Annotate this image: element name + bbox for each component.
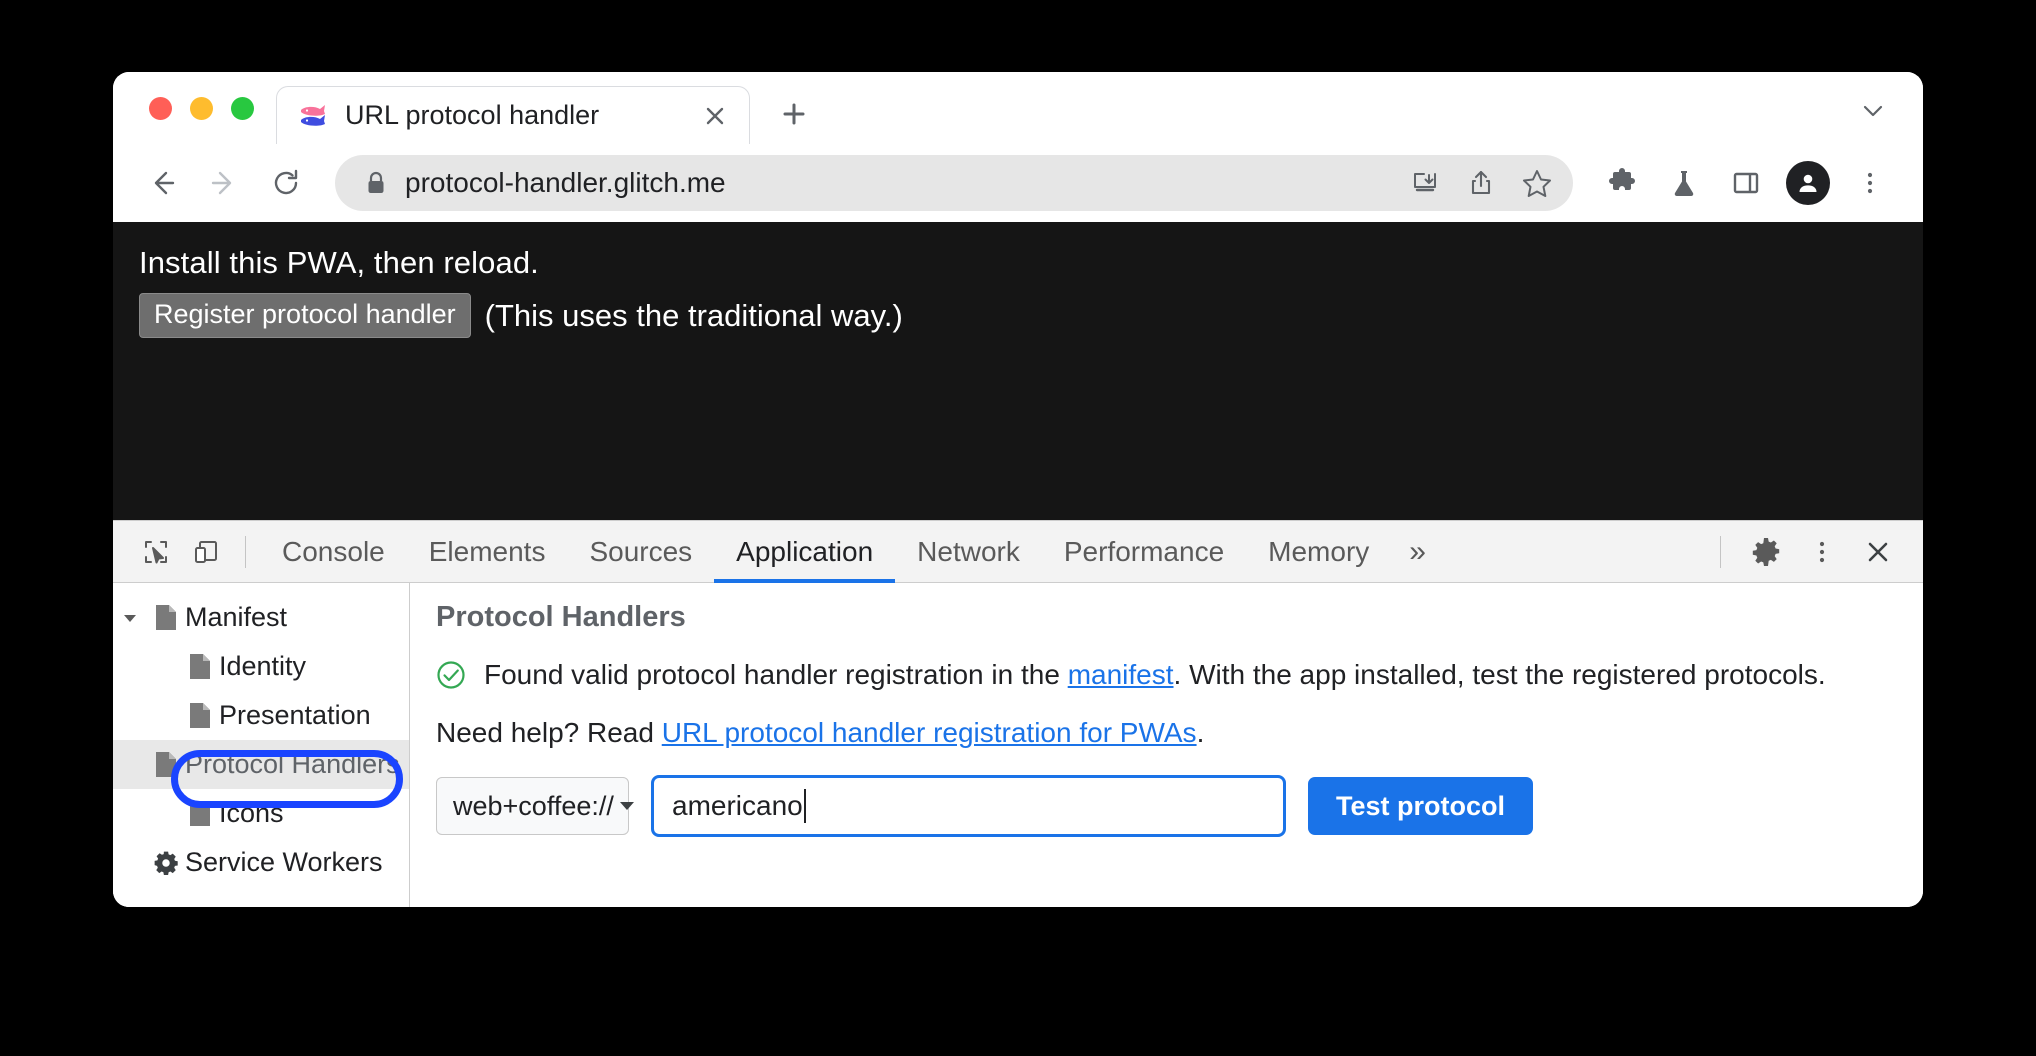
share-icon[interactable] xyxy=(1455,157,1507,209)
status-message-text: Found valid protocol handler registratio… xyxy=(484,656,1826,695)
application-sidebar: Manifest Identity Presentation Protocol … xyxy=(113,583,410,907)
devtools-tab-bar: Console Elements Sources Application Net… xyxy=(113,521,1923,583)
screenshot-root: URL protocol handler protocol-handler.gl… xyxy=(0,0,2036,1056)
close-tab-button[interactable] xyxy=(699,100,731,132)
tab-title: URL protocol handler xyxy=(345,100,600,130)
text-cursor xyxy=(803,789,806,823)
help-message: Need help? Read URL protocol handler reg… xyxy=(436,717,1897,749)
new-tab-button[interactable] xyxy=(766,86,822,142)
extensions-puzzle-icon[interactable] xyxy=(1595,156,1649,210)
browser-window: URL protocol handler protocol-handler.gl… xyxy=(113,72,1923,907)
toolbar-divider xyxy=(245,535,246,568)
tab-memory[interactable]: Memory xyxy=(1246,521,1391,583)
more-options-icon[interactable] xyxy=(1797,527,1847,577)
address-bar-url: protocol-handler.glitch.me xyxy=(405,167,726,198)
protocol-input-value: americano xyxy=(672,790,803,821)
sidebar-item-manifest[interactable]: Manifest xyxy=(113,593,409,642)
sidebar-item-label: Identity xyxy=(219,651,307,681)
file-icon xyxy=(181,800,219,827)
reload-button[interactable] xyxy=(259,156,313,210)
protocol-handlers-panel: Protocol Handlers Found valid protocol h… xyxy=(410,583,1923,907)
help-prefix: Need help? Read xyxy=(436,717,662,748)
tab-performance[interactable]: Performance xyxy=(1042,521,1246,583)
address-bar[interactable]: protocol-handler.glitch.me xyxy=(335,155,1573,211)
close-window-button[interactable] xyxy=(149,96,172,120)
more-tabs-chevron-icon[interactable]: » xyxy=(1391,521,1444,583)
omnibox-actions xyxy=(1399,157,1563,209)
maximize-window-button[interactable] xyxy=(231,96,254,120)
sidebar-item-service-workers[interactable]: Service Workers xyxy=(113,838,409,887)
manifest-file-icon xyxy=(147,604,185,631)
page-title: Protocol Handlers xyxy=(436,601,686,633)
browser-menu-icon[interactable] xyxy=(1843,156,1897,210)
device-toolbar-icon[interactable] xyxy=(181,527,231,577)
side-panel-icon[interactable] xyxy=(1719,156,1773,210)
tab-console[interactable]: Console xyxy=(260,521,407,583)
devtools-body: Manifest Identity Presentation Protocol … xyxy=(113,583,1923,907)
glitch-fish-icon xyxy=(299,103,329,129)
profile-avatar[interactable] xyxy=(1781,156,1835,210)
register-protocol-handler-button[interactable]: Register protocol handler xyxy=(139,292,471,339)
sidebar-item-label: Service Workers xyxy=(185,847,383,877)
tab-application[interactable]: Application xyxy=(714,521,896,583)
green-check-circle-icon xyxy=(436,660,466,695)
browser-tab[interactable]: URL protocol handler xyxy=(276,86,750,144)
chevron-down-icon[interactable] xyxy=(113,610,147,626)
scheme-select[interactable]: web+coffee:// xyxy=(436,777,634,835)
minimize-window-button[interactable] xyxy=(190,96,213,120)
file-icon xyxy=(181,702,219,729)
actions-divider xyxy=(1720,535,1721,568)
bookmark-star-icon[interactable] xyxy=(1511,157,1563,209)
forward-button[interactable] xyxy=(197,156,251,210)
sidebar-item-identity[interactable]: Identity xyxy=(113,642,409,691)
sidebar-item-label: Manifest xyxy=(185,602,288,632)
status-message: Found valid protocol handler registratio… xyxy=(436,656,1897,695)
devtools-panel: Console Elements Sources Application Net… xyxy=(113,520,1923,907)
test-protocol-button[interactable]: Test protocol xyxy=(1308,777,1534,835)
sidebar-item-label: Icons xyxy=(219,798,284,828)
sidebar-item-label: Protocol Handlers xyxy=(185,749,400,779)
devtools-tabs: Console Elements Sources Application Net… xyxy=(260,521,1444,583)
tab-network[interactable]: Network xyxy=(895,521,1042,583)
sidebar-item-icons[interactable]: Icons xyxy=(113,789,409,838)
page-action-row: Register protocol handler (This uses the… xyxy=(139,292,1897,339)
status-text-before: Found valid protocol handler registratio… xyxy=(484,659,1068,690)
scheme-select-value: web+coffee:// xyxy=(453,790,614,821)
tab-strip: URL protocol handler xyxy=(113,72,1923,144)
page-viewport: Install this PWA, then reload. Register … xyxy=(113,222,1923,520)
manifest-link[interactable]: manifest xyxy=(1068,659,1174,690)
back-button[interactable] xyxy=(135,156,189,210)
file-icon xyxy=(147,751,185,778)
gear-icon xyxy=(147,850,185,876)
window-controls xyxy=(133,72,276,144)
sidebar-item-label: Presentation xyxy=(219,700,371,730)
protocol-test-form: web+coffee:// americano Test protocol xyxy=(436,775,1897,837)
chevron-down-icon xyxy=(619,798,634,815)
inspect-element-icon[interactable] xyxy=(131,527,181,577)
browser-toolbar: protocol-handler.glitch.me xyxy=(113,144,1923,222)
tab-elements[interactable]: Elements xyxy=(407,521,568,583)
lock-icon xyxy=(365,170,387,196)
tab-search-button[interactable] xyxy=(1851,88,1895,132)
install-pwa-icon[interactable] xyxy=(1399,157,1451,209)
page-headline: Install this PWA, then reload. xyxy=(139,245,539,280)
help-suffix: . xyxy=(1196,717,1205,748)
status-text-after: . With the app installed, test the regis… xyxy=(1173,659,1826,690)
sidebar-item-presentation[interactable]: Presentation xyxy=(113,691,409,740)
close-devtools-icon[interactable] xyxy=(1853,527,1903,577)
devtools-toolbar-actions xyxy=(1706,527,1909,577)
file-icon xyxy=(181,653,219,680)
protocol-input[interactable]: americano xyxy=(651,775,1286,837)
settings-gear-icon[interactable] xyxy=(1741,527,1791,577)
page-note: (This uses the traditional way.) xyxy=(484,297,903,333)
flask-icon[interactable] xyxy=(1657,156,1711,210)
sidebar-item-protocol-handlers[interactable]: Protocol Handlers xyxy=(113,740,409,789)
tab-sources[interactable]: Sources xyxy=(567,521,714,583)
pwa-docs-link[interactable]: URL protocol handler registration for PW… xyxy=(662,717,1197,748)
